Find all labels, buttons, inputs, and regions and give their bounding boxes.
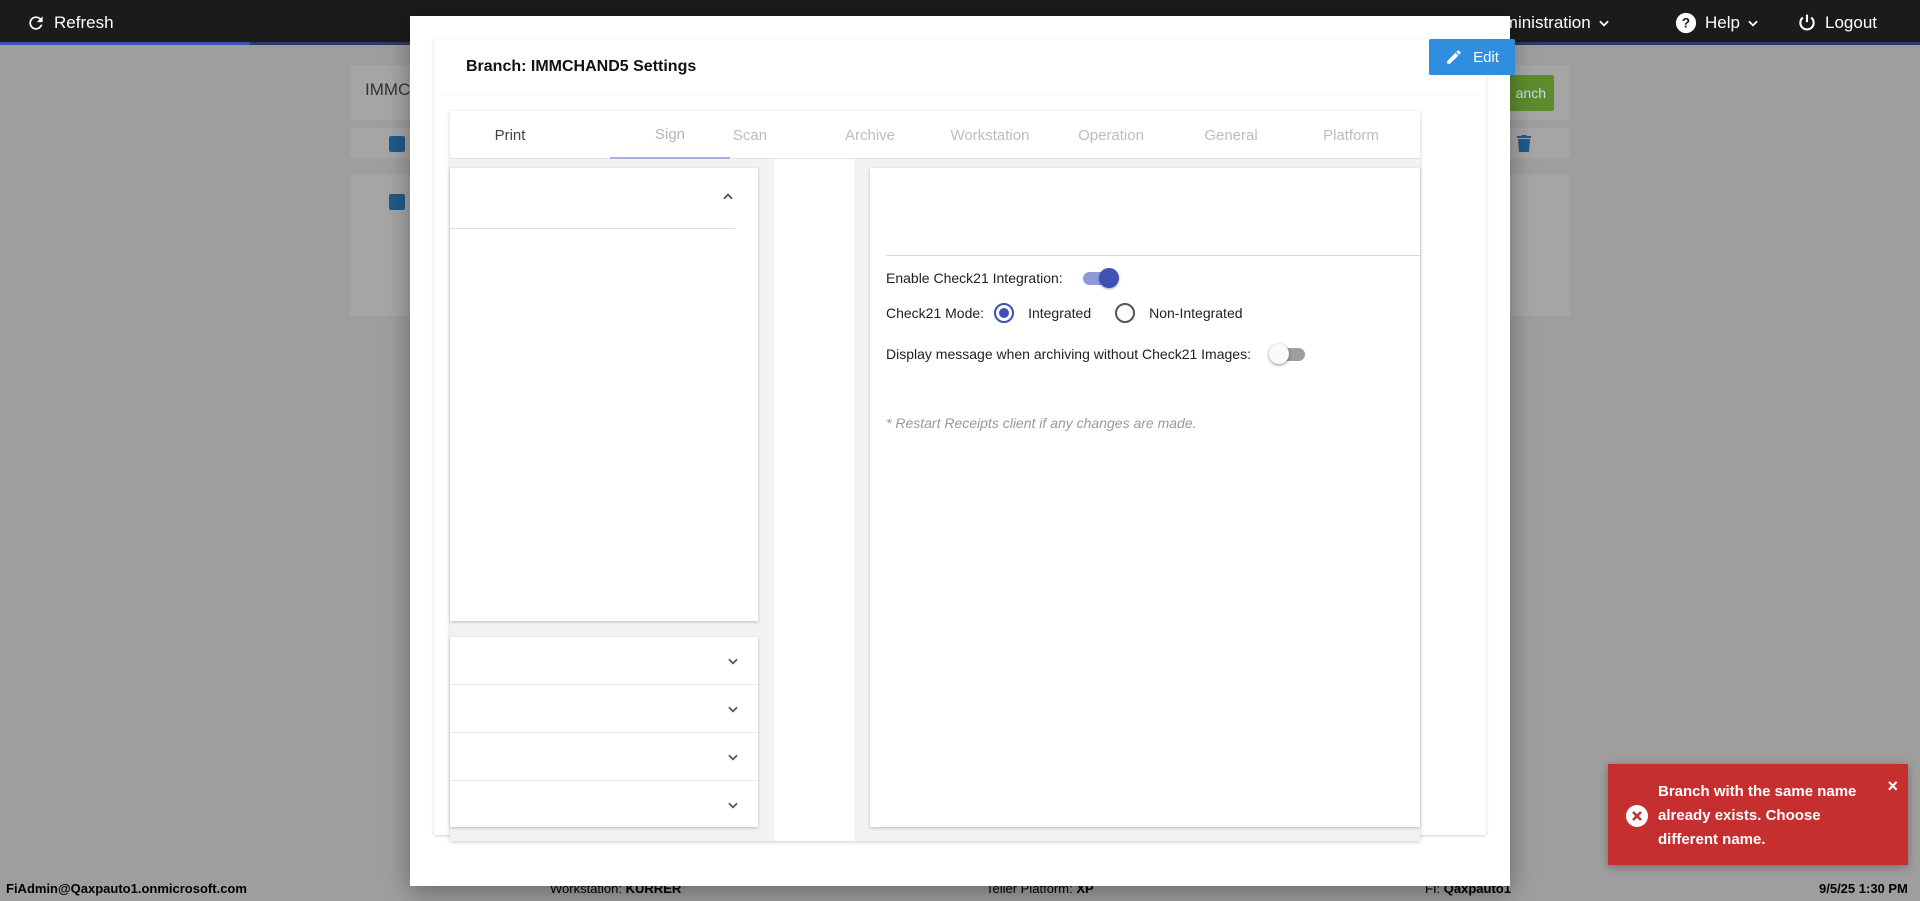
tab-platform[interactable]: Platform — [1291, 111, 1411, 159]
chevron-down-icon — [1599, 20, 1609, 27]
collapsed-section-1[interactable] — [450, 637, 758, 685]
refresh-icon — [29, 15, 43, 30]
check21-mode-row: Check21 Mode: Integrated Non-Integrated — [886, 303, 1243, 323]
trash-icon[interactable] — [1516, 134, 1532, 152]
edit-label: Edit — [1473, 48, 1499, 66]
tab-print[interactable]: Print — [450, 111, 570, 159]
mode-non-integrated-label[interactable]: Non-Integrated — [1149, 305, 1242, 321]
status-datetime: 9/5/25 1:30 PM — [1819, 881, 1908, 896]
chevron-up-icon — [723, 193, 733, 200]
settings-card-header — [886, 168, 1420, 256]
settings-tab-panel: Print Sign Scan Archive Workstation Oper… — [450, 111, 1420, 841]
restart-note: * Restart Receipts client if any changes… — [886, 415, 1197, 431]
tab-workstation[interactable]: Workstation — [930, 111, 1050, 159]
edit-button[interactable]: Edit — [1429, 39, 1515, 75]
display-message-row: Display message when archiving without C… — [886, 343, 1307, 365]
check21-integration-label: Enable Check21 Integration: — [886, 270, 1063, 286]
dialog-title: Branch: IMMCHAND5 Settings — [466, 57, 697, 75]
pencil-icon — [1447, 50, 1461, 64]
expanded-section-header[interactable] — [450, 168, 735, 229]
power-icon — [1799, 14, 1815, 30]
refresh-button[interactable]: Refresh — [26, 0, 114, 45]
help-label: Help — [1705, 12, 1740, 32]
check21-settings-card: Enable Check21 Integration: Check21 Mode… — [870, 168, 1420, 827]
chevron-down-icon — [728, 658, 738, 665]
status-user: FiAdmin@Qaxpauto1.onmicrosoft.com — [6, 881, 247, 896]
branch-settings-dialog: Branch: IMMCHAND5 Settings Edit Print Si… — [410, 16, 1515, 886]
chevron-down-icon — [728, 754, 738, 761]
svg-text:?: ? — [1682, 15, 1690, 30]
collapsed-section-2[interactable] — [450, 685, 758, 733]
toast-message: Branch with the same name already exists… — [1658, 783, 1857, 848]
middle-column — [774, 159, 854, 841]
display-message-label: Display message when archiving without C… — [886, 346, 1251, 362]
toast-close-button[interactable]: × — [1887, 776, 1898, 797]
collapsed-section-4[interactable] — [450, 781, 758, 829]
logout-label: Logout — [1825, 12, 1877, 32]
collapsed-section-3[interactable] — [450, 733, 758, 781]
tab-general[interactable]: General — [1171, 111, 1291, 159]
check21-integration-toggle[interactable] — [1082, 267, 1119, 289]
select-all-checkbox[interactable] — [389, 136, 405, 152]
help-icon: ? — [1675, 12, 1697, 33]
dialog-header: Branch: IMMCHAND5 Settings Edit — [434, 39, 1515, 95]
collapsed-sections — [450, 637, 758, 827]
error-toast: Branch with the same name already exists… — [1608, 764, 1908, 865]
branch-row-checkbox[interactable] — [389, 194, 405, 210]
mode-non-integrated-radio[interactable] — [1115, 303, 1136, 323]
settings-tabs: Print Sign Scan Archive Workstation Oper… — [450, 111, 1420, 159]
refresh-label: Refresh — [54, 12, 114, 32]
tab-archive[interactable]: Archive — [810, 111, 930, 159]
chevron-down-icon — [728, 802, 738, 809]
expanded-section-card — [450, 168, 758, 621]
display-message-toggle[interactable] — [1268, 343, 1307, 365]
progress-fill — [0, 42, 250, 45]
dialog-body: Print Sign Scan Archive Workstation Oper… — [434, 95, 1486, 841]
error-icon — [1626, 805, 1648, 827]
check21-mode-label: Check21 Mode: — [886, 305, 985, 321]
mode-integrated-label[interactable]: Integrated — [1028, 305, 1091, 321]
check21-integration-row: Enable Check21 Integration: — [886, 267, 1119, 289]
logout-button[interactable]: Logout — [1797, 0, 1877, 45]
help-menu[interactable]: ? Help — [1675, 0, 1768, 45]
mode-integrated-radio[interactable] — [994, 303, 1015, 323]
chevron-down-icon — [728, 706, 738, 713]
chevron-down-icon — [1748, 20, 1758, 27]
tab-operation[interactable]: Operation — [1051, 111, 1171, 159]
tab-scan[interactable]: Scan — [690, 111, 810, 159]
